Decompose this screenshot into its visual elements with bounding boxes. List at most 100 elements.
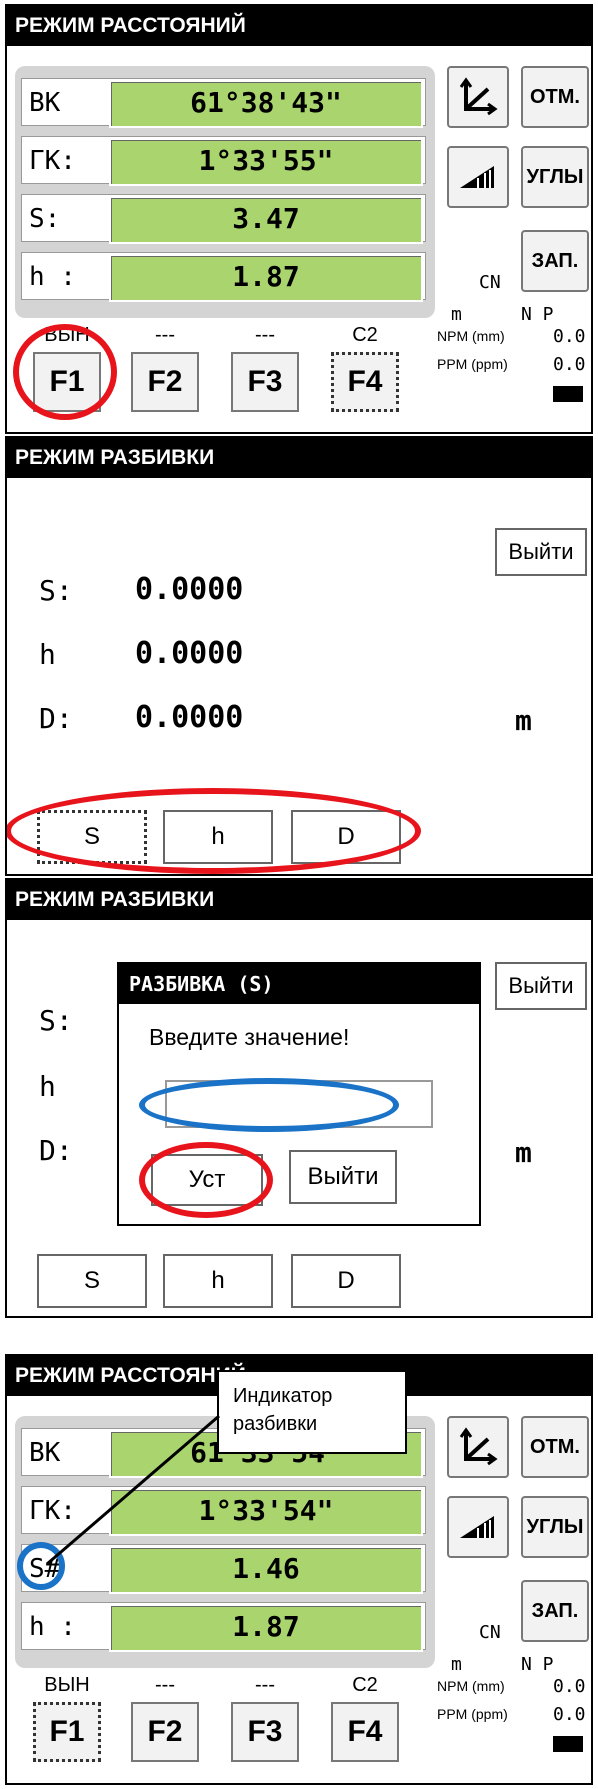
row-label: S# — [29, 1554, 61, 1584]
screen-title: РЕЖИМ РАЗБИВКИ — [7, 438, 591, 478]
npm-value: 0.0 — [553, 1676, 586, 1697]
np-label: N P — [521, 304, 554, 325]
f4-button[interactable]: F4 — [331, 1702, 399, 1762]
unit-m: m — [451, 304, 462, 325]
label-s: S: — [39, 1004, 73, 1037]
s-button[interactable]: S — [37, 810, 147, 864]
row-gk: ГК: 1°33'54" — [21, 1486, 426, 1536]
f2-button[interactable]: F2 — [131, 352, 199, 412]
zap-button[interactable]: ЗАП. — [521, 1580, 589, 1642]
callout-box: Индикатор разбивки — [217, 1370, 407, 1454]
ppm-label: PPM (ppm) — [437, 356, 508, 372]
f4-button[interactable]: F4 — [331, 352, 399, 412]
ppm-value: 0.0 — [553, 1704, 586, 1725]
d-button[interactable]: D — [291, 810, 401, 864]
h-button[interactable]: h — [163, 1254, 273, 1308]
f3-button[interactable]: F3 — [231, 1702, 299, 1762]
cn-label: CN — [479, 272, 501, 293]
zap-button[interactable]: ЗАП. — [521, 230, 589, 292]
fkey-label-4: C2 — [352, 1674, 378, 1696]
stake-value-s: 0.0000 — [135, 572, 244, 607]
slope-icon — [460, 166, 494, 188]
f2-button[interactable]: F2 — [131, 1702, 199, 1762]
row-h: h : 1.87 — [21, 1602, 426, 1652]
axes-icon — [459, 1427, 498, 1466]
label-h: h — [39, 1070, 56, 1103]
measurement-group: ВК 61°38'43" ГК: 1°33'55" S: 3.47 h : 1.… — [15, 66, 435, 318]
stake-value-d: 0.0000 — [135, 700, 244, 735]
axes-button[interactable] — [447, 1416, 509, 1478]
cn-label: CN — [479, 1622, 501, 1643]
fkey-label-2: --- — [155, 1674, 175, 1696]
fkey-label-3: --- — [255, 1674, 275, 1696]
otm-button[interactable]: ОТМ. — [521, 66, 589, 128]
label-d: D: — [39, 1134, 73, 1167]
stake-label-d: D: — [39, 702, 73, 735]
f1-button[interactable]: F1 — [33, 352, 101, 412]
value-input[interactable] — [165, 1080, 433, 1128]
screen-stakeout-mode: РЕЖИМ РАЗБИВКИ Выйти S: 0.0000 h 0.0000 … — [5, 436, 593, 876]
ppm-label: PPM (ppm) — [437, 1706, 508, 1722]
f3-button[interactable]: F3 — [231, 352, 299, 412]
row-value: 61°38'43" — [109, 80, 423, 128]
dialog-prompt: Введите значение! — [149, 1024, 350, 1050]
row-value: 1°33'54" — [109, 1488, 423, 1536]
stake-dialog: РАЗБИВКА (S) Введите значение! Уст Выйти — [117, 962, 481, 1226]
slope-button[interactable] — [447, 1496, 509, 1558]
row-s: S# 1.46 — [21, 1544, 426, 1594]
battery-icon — [553, 386, 583, 402]
screen-title: РЕЖИМ РАССТОЯНИЙ — [7, 6, 591, 46]
row-value: 3.47 — [109, 196, 423, 244]
s-button[interactable]: S — [37, 1254, 147, 1308]
row-h: h : 1.87 — [21, 252, 426, 302]
npm-label: NPM (mm) — [437, 1678, 505, 1694]
npm-label: NPM (mm) — [437, 328, 505, 344]
row-value: 1.46 — [109, 1546, 423, 1594]
stake-value-h: 0.0000 — [135, 636, 244, 671]
f1-button[interactable]: F1 — [33, 1702, 101, 1762]
slope-icon — [460, 1516, 494, 1538]
otm-button[interactable]: ОТМ. — [521, 1416, 589, 1478]
unit-m: m — [515, 1136, 532, 1169]
unit-m: m — [451, 1654, 462, 1675]
cancel-button[interactable]: Выйти — [289, 1150, 397, 1204]
row-label: ВК — [29, 88, 61, 118]
row-label: h : — [29, 1612, 76, 1642]
slope-button[interactable] — [447, 146, 509, 208]
exit-button[interactable]: Выйти — [495, 528, 587, 576]
fkey-label-1: ВЫН — [44, 1674, 90, 1696]
fkey-label-3: --- — [255, 324, 275, 346]
row-value: 1.87 — [109, 1604, 423, 1652]
row-value: 1°33'55" — [109, 138, 423, 186]
row-gk: ГК: 1°33'55" — [21, 136, 426, 186]
h-button[interactable]: h — [163, 810, 273, 864]
ppm-value: 0.0 — [553, 354, 586, 375]
row-label: ГК: — [29, 1496, 76, 1526]
screen-distance-mode: РЕЖИМ РАССТОЯНИЙ ВК 61°38'43" ГК: 1°33'5… — [5, 4, 593, 434]
fkey-label-4: C2 — [352, 324, 378, 346]
fkey-label-2: --- — [155, 324, 175, 346]
screen-distance-mode-stake: РЕЖИМ РАССТОЯНИЙ ВК 61°33'54" ГК: 1°33'5… — [5, 1354, 593, 1785]
row-s: S: 3.47 — [21, 194, 426, 244]
exit-button[interactable]: Выйти — [495, 962, 587, 1010]
np-label: N P — [521, 1654, 554, 1675]
ok-button[interactable]: Уст — [151, 1154, 263, 1206]
ugly-button[interactable]: УГЛЫ — [521, 146, 589, 208]
stake-label-s: S: — [39, 574, 73, 607]
npm-value: 0.0 — [553, 326, 586, 347]
row-label: h : — [29, 262, 76, 292]
fkey-label-1: ВЫН — [44, 324, 90, 346]
battery-icon — [553, 1736, 583, 1752]
d-button[interactable]: D — [291, 1254, 401, 1308]
dialog-title: РАЗБИВКА (S) — [119, 964, 479, 1004]
stake-label-h: h — [39, 638, 56, 671]
axes-icon — [459, 77, 498, 116]
screen-title: РЕЖИМ РАЗБИВКИ — [7, 880, 591, 920]
row-label: S: — [29, 204, 61, 234]
row-value: 1.87 — [109, 254, 423, 302]
unit-m: m — [515, 704, 532, 737]
axes-button[interactable] — [447, 66, 509, 128]
screen-stakeout-dialog: РЕЖИМ РАЗБИВКИ Выйти S: h D: m РАЗБИВКА … — [5, 878, 593, 1318]
row-vk: ВК 61°38'43" — [21, 78, 426, 128]
ugly-button[interactable]: УГЛЫ — [521, 1496, 589, 1558]
